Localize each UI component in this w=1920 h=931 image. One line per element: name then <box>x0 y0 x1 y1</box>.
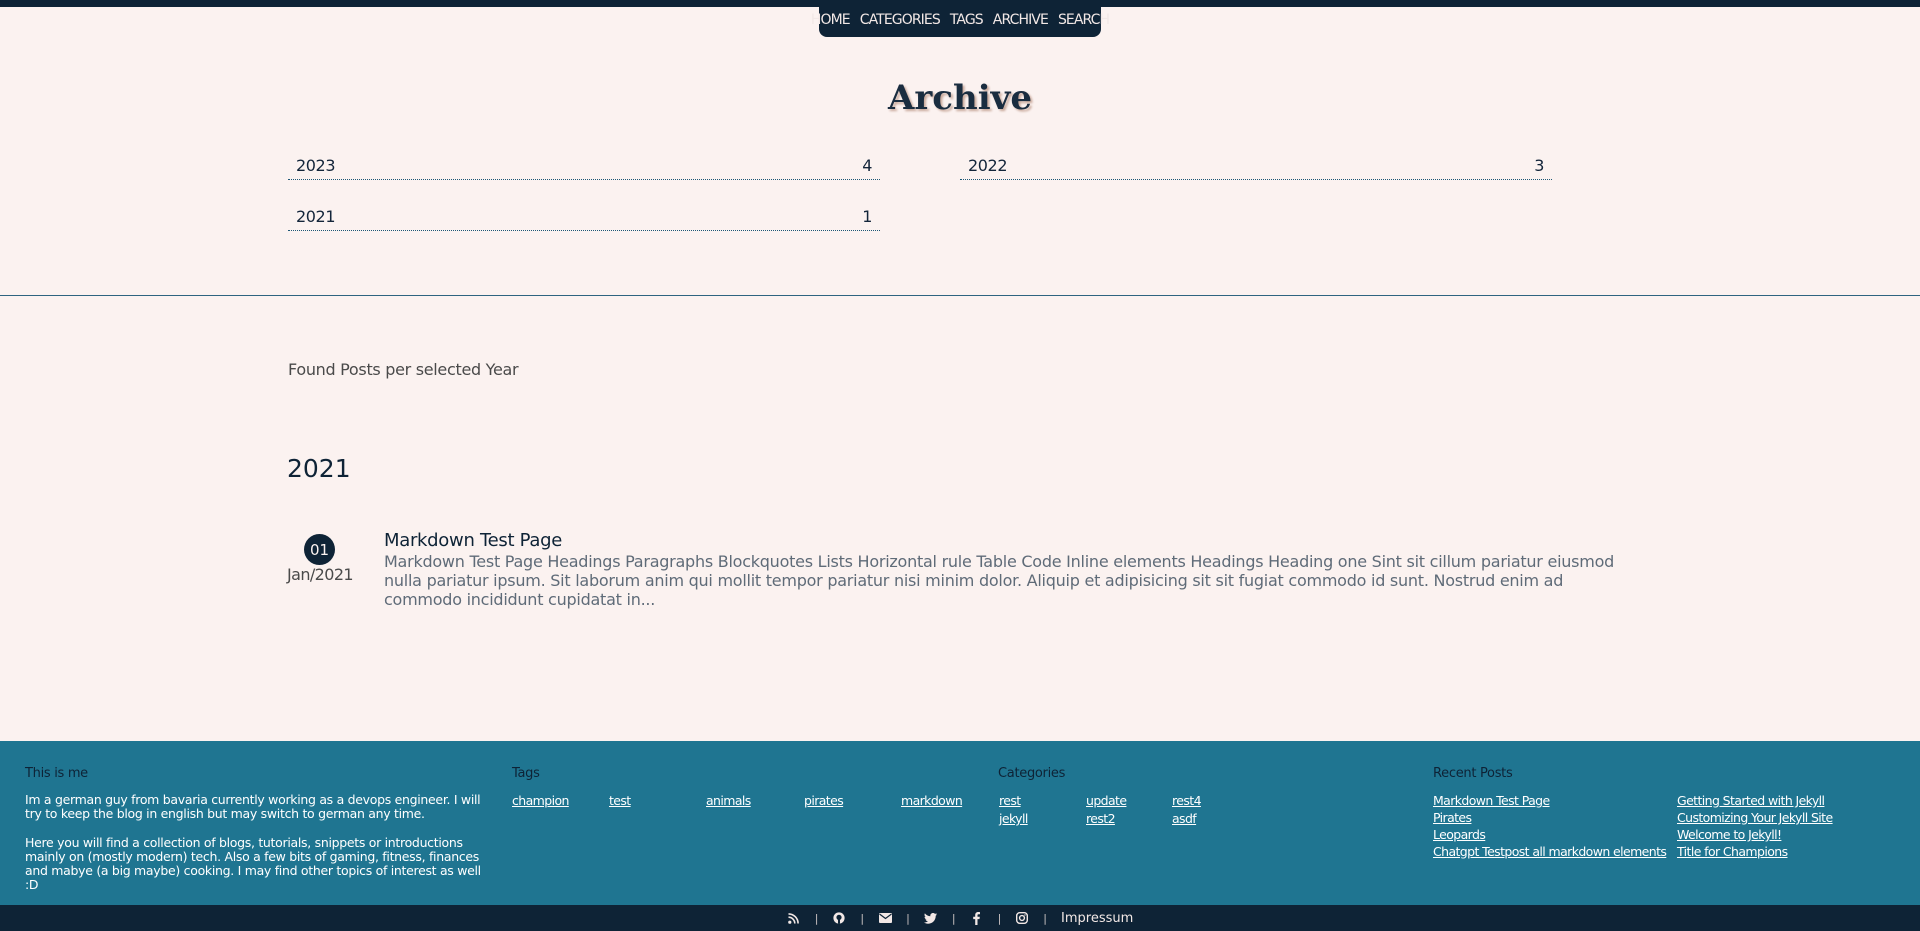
category-link-asdf[interactable]: asdf <box>1172 811 1197 826</box>
impressum-link[interactable]: Impressum <box>1061 911 1133 926</box>
section-divider <box>0 295 1920 296</box>
year-label: 2022 <box>968 156 1008 175</box>
nav-home[interactable]: HOME <box>811 12 851 28</box>
category-link-rest[interactable]: rest <box>999 793 1021 808</box>
footer-about-p1: Im a german guy from bavaria currently w… <box>25 792 481 821</box>
recent-post-link[interactable]: Getting Started with Jekyll <box>1677 793 1825 808</box>
year-row-2022[interactable]: 2022 3 <box>960 152 1552 180</box>
nav-categories[interactable]: CATEGORIES <box>860 12 941 28</box>
rss-icon[interactable] <box>787 911 801 925</box>
year-label: 2021 <box>296 207 336 226</box>
found-posts-label: Found Posts per selected Year <box>288 360 519 379</box>
github-icon[interactable] <box>832 911 846 925</box>
facebook-icon[interactable] <box>970 911 984 925</box>
separator: | <box>860 911 865 925</box>
footer-tags-heading: Tags <box>512 766 540 781</box>
footer-recent-heading: Recent Posts <box>1433 766 1513 781</box>
year-count: 4 <box>862 156 872 175</box>
category-link-rest2[interactable]: rest2 <box>1086 811 1116 826</box>
year-row-2021[interactable]: 2021 1 <box>288 203 880 231</box>
footer-categories-heading: Categories <box>998 766 1066 781</box>
post-month-year: Jan/2021 <box>287 565 354 584</box>
recent-post-link[interactable]: Welcome to Jekyll! <box>1677 827 1782 842</box>
category-link-update[interactable]: update <box>1086 793 1127 808</box>
instagram-icon[interactable] <box>1015 911 1029 925</box>
main-nav: HOME CATEGORIES TAGS ARCHIVE SEARCH <box>811 0 1110 37</box>
nav-search[interactable]: SEARCH <box>1058 12 1110 28</box>
post-day-badge: 01 <box>304 534 335 565</box>
post-title-link[interactable]: Markdown Test Page <box>384 530 562 551</box>
nav-archive[interactable]: ARCHIVE <box>993 12 1049 28</box>
twitter-icon[interactable] <box>924 911 938 925</box>
page-title: Archive <box>887 78 1033 118</box>
separator: | <box>997 911 1002 925</box>
year-label: 2023 <box>296 156 336 175</box>
recent-post-link[interactable]: Pirates <box>1433 810 1472 825</box>
tag-link-markdown[interactable]: markdown <box>901 793 963 808</box>
bottom-bar: | | | | | | Impressum <box>0 905 1920 931</box>
separator: | <box>951 911 956 925</box>
separator: | <box>814 911 819 925</box>
recent-post-link[interactable]: Chatgpt Testpost all markdown elements <box>1433 844 1667 859</box>
tag-link-test[interactable]: test <box>609 793 631 808</box>
recent-post-link[interactable]: Markdown Test Page <box>1433 793 1550 808</box>
recent-post-link[interactable]: Title for Champions <box>1677 844 1788 859</box>
separator: | <box>1043 911 1048 925</box>
mail-icon[interactable] <box>878 911 892 925</box>
tag-link-pirates[interactable]: pirates <box>804 793 844 808</box>
footer-about-p2: Here you will find a collection of blogs… <box>25 835 481 892</box>
post-excerpt: Markdown Test Page Headings Paragraphs B… <box>384 552 1615 609</box>
nav-tags[interactable]: TAGS <box>950 12 984 28</box>
recent-post-link[interactable]: Leopards <box>1433 827 1486 842</box>
category-link-rest4[interactable]: rest4 <box>1172 793 1202 808</box>
selected-year-heading: 2021 <box>287 454 351 483</box>
tag-link-animals[interactable]: animals <box>706 793 751 808</box>
separator: | <box>906 911 910 925</box>
year-count: 1 <box>862 207 872 226</box>
year-count: 3 <box>1534 156 1544 175</box>
year-row-2023[interactable]: 2023 4 <box>288 152 880 180</box>
footer: This is me Im a german guy from bavaria … <box>0 741 1920 905</box>
footer-about-heading: This is me <box>25 766 88 781</box>
recent-post-link[interactable]: Customizing Your Jekyll Site <box>1677 810 1833 825</box>
category-link-jekyll[interactable]: jekyll <box>999 811 1028 826</box>
tag-link-champion[interactable]: champion <box>512 793 569 808</box>
